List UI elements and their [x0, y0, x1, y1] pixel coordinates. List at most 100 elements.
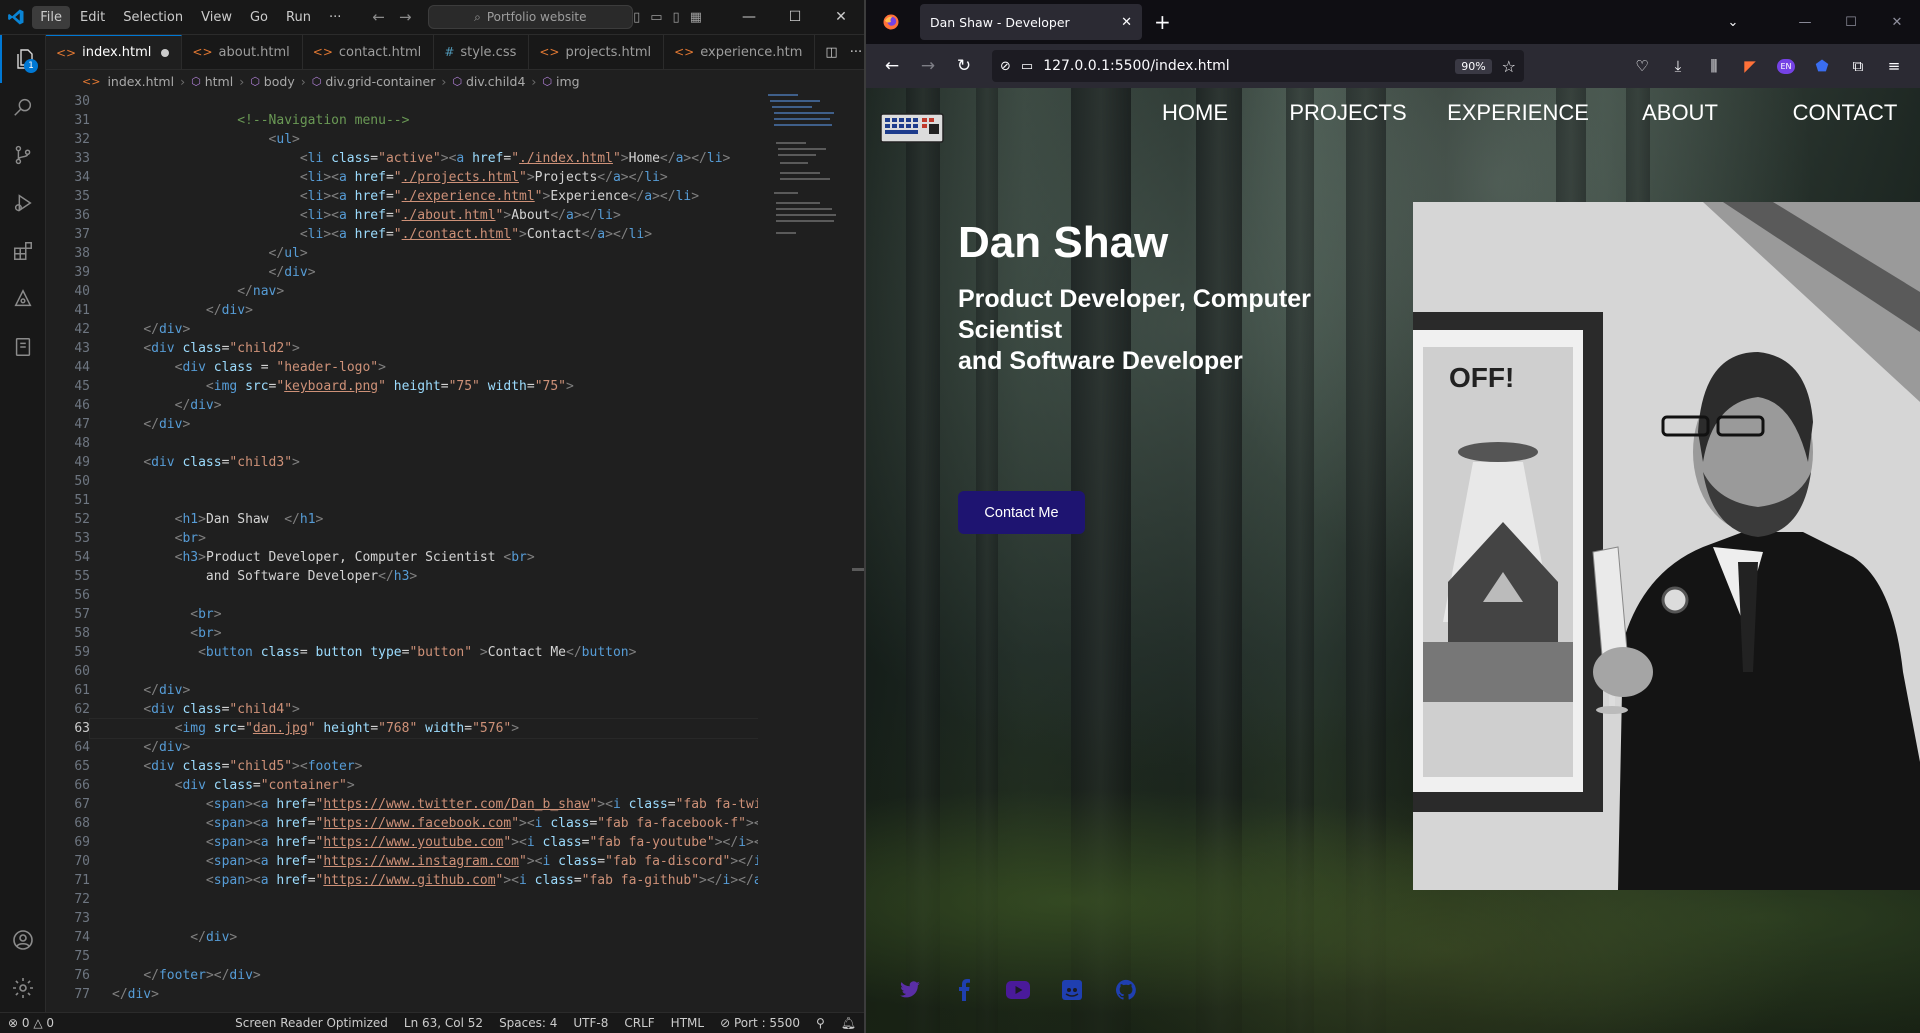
tab-projects-html[interactable]: <> projects.html [529, 35, 665, 69]
breadcrumb-item[interactable]: html [205, 74, 233, 89]
breadcrumb-item[interactable]: div.grid-container [325, 74, 435, 89]
notifications-bell-icon[interactable]: 🔔︎ [833, 1016, 864, 1030]
code-line[interactable]: <!--Navigation menu--> [90, 111, 758, 130]
nav-about[interactable]: ABOUT [1620, 100, 1740, 126]
list-tabs-chevron-icon[interactable]: ⌄ [1710, 15, 1756, 30]
nav-experience[interactable]: EXPERIENCE [1438, 100, 1598, 126]
code-line[interactable]: and Software Developer</h3> [90, 567, 758, 586]
code-line[interactable]: <br> [90, 605, 758, 624]
code-line[interactable]: </ul> [90, 244, 758, 263]
accounts-status-icon[interactable]: ⚲ [808, 1016, 833, 1030]
code-line[interactable]: <h3>Product Developer, Computer Scientis… [90, 548, 758, 567]
encoding-status[interactable]: UTF-8 [565, 1016, 616, 1030]
breadcrumb-item[interactable]: div.child4 [466, 74, 525, 89]
code-line[interactable]: </div> [90, 320, 758, 339]
problems-indicator[interactable]: ⊗ 0 △ 0 [0, 1016, 62, 1030]
language-mode[interactable]: HTML [663, 1016, 712, 1030]
back-arrow-icon[interactable]: ← [372, 8, 385, 26]
code-line[interactable]: <li><a href="./contact.html">Contact</a>… [90, 225, 758, 244]
library-icon[interactable]: ⫼ [1696, 57, 1732, 75]
new-tab-icon[interactable]: + [1154, 10, 1171, 34]
code-line[interactable]: <h1>Dan Shaw </h1> [90, 510, 758, 529]
tab-about-html[interactable]: <> about.html [182, 35, 303, 69]
close-icon[interactable]: ✕ [818, 0, 864, 35]
code-line[interactable]: <li><a href="./projects.html">Projects</… [90, 168, 758, 187]
menu-view[interactable]: View [193, 6, 240, 29]
minimap[interactable] [766, 92, 856, 292]
extensions-icon[interactable] [0, 227, 46, 275]
extension-arrow-icon[interactable]: ◤ [1732, 57, 1768, 75]
run-debug-icon[interactable] [0, 179, 46, 227]
code-line[interactable]: <br> [90, 529, 758, 548]
url-bar[interactable]: ⊘ ▭ 127.0.0.1:5500/index.html 90% ☆ [992, 50, 1524, 82]
forward-arrow-icon[interactable]: → [399, 8, 412, 26]
nav-projects[interactable]: PROJECTS [1278, 100, 1418, 126]
code-line[interactable]: <img src="keyboard.png" height="75" widt… [90, 377, 758, 396]
unsaved-dot-icon[interactable] [161, 48, 170, 57]
back-arrow-icon[interactable]: ← [874, 50, 910, 82]
code-line[interactable]: <br> [90, 624, 758, 643]
code-line[interactable]: <ul> [90, 130, 758, 149]
code-line[interactable]: </div> [90, 415, 758, 434]
search-icon[interactable] [0, 83, 46, 131]
discord-icon[interactable] [1060, 978, 1084, 1002]
tab-index-html[interactable]: <> index.html [46, 35, 183, 69]
code-line[interactable]: <img src="dan.jpg" height="768" width="5… [89, 718, 758, 739]
more-actions-icon[interactable]: ··· [850, 45, 862, 60]
contact-me-button[interactable]: Contact Me [958, 491, 1085, 534]
tab-contact-html[interactable]: <> contact.html [303, 35, 435, 69]
minimize-icon[interactable]: — [726, 0, 772, 35]
command-center[interactable]: ⌕ Portfolio website [427, 5, 634, 29]
explorer-icon[interactable]: 1 [0, 35, 46, 83]
code-line[interactable]: <div class = "header-logo"> [90, 358, 758, 377]
minimize-icon[interactable]: — [1782, 15, 1828, 30]
code-line[interactable]: <span><a href="https://www.github.com"><… [90, 871, 758, 890]
code-line[interactable] [90, 909, 758, 928]
code-line[interactable]: <div class="child2"> [90, 339, 758, 358]
code-line[interactable]: <li><a href="./about.html">About</a></li… [90, 206, 758, 225]
eol-status[interactable]: CRLF [616, 1016, 662, 1030]
language-extension-icon[interactable]: EN [1768, 58, 1804, 74]
menu-go[interactable]: Go [242, 6, 276, 29]
scrollbar-thumb[interactable] [852, 568, 864, 571]
breadcrumb-item[interactable]: img [556, 74, 580, 89]
code-line[interactable] [90, 491, 758, 510]
code-line[interactable] [90, 890, 758, 909]
code-editor[interactable]: 30 31 <!--Navigation menu--> 32 <ul> 33 … [46, 92, 758, 1012]
code-line[interactable]: </div> [90, 263, 758, 282]
code-line[interactable]: </div> [90, 681, 758, 700]
code-line[interactable] [90, 434, 758, 453]
url-text[interactable]: 127.0.0.1:5500/index.html [1043, 58, 1230, 74]
toggle-sidebar-icon[interactable]: ▯ [633, 10, 640, 25]
nav-home[interactable]: HOME [1140, 100, 1250, 126]
code-line[interactable]: <span><a href="https://www.facebook.com"… [90, 814, 758, 833]
code-line[interactable]: <div class="child5"><footer> [90, 757, 758, 776]
nav-contact[interactable]: CONTACT [1770, 100, 1920, 126]
screen-reader-status[interactable]: Screen Reader Optimized [227, 1016, 396, 1030]
code-line[interactable]: </nav> [90, 282, 758, 301]
code-line[interactable]: <span><a href="https://www.instagram.com… [90, 852, 758, 871]
code-line[interactable]: </div> [90, 928, 758, 947]
code-line[interactable] [90, 92, 758, 111]
source-control-icon[interactable] [0, 131, 46, 179]
firefox-logo-icon[interactable] [866, 13, 916, 31]
zoom-level[interactable]: 90% [1455, 58, 1492, 74]
code-line[interactable]: <button class= button type="button" >Con… [90, 643, 758, 662]
facebook-icon[interactable] [952, 978, 976, 1002]
tab-style-css[interactable]: # style.css [434, 35, 530, 69]
account-icon[interactable] [0, 916, 46, 964]
page-info-icon[interactable]: ▭ [1021, 59, 1033, 74]
browser-tab[interactable]: Dan Shaw - Developer ✕ [920, 4, 1142, 40]
code-line[interactable]: <div class="child4"> [90, 700, 758, 719]
code-line[interactable]: <li class="active"><a href="./index.html… [90, 149, 758, 168]
remote-explorer-icon[interactable] [0, 275, 46, 323]
downloads-icon[interactable]: ⤓ [1660, 57, 1696, 75]
code-line[interactable]: </div> [90, 301, 758, 320]
code-line[interactable]: </div> [90, 985, 758, 1004]
notebook-icon[interactable] [0, 323, 46, 371]
menu-run[interactable]: Run [278, 6, 319, 29]
menu-selection[interactable]: Selection [115, 6, 191, 29]
code-line[interactable] [90, 586, 758, 605]
cursor-position[interactable]: Ln 63, Col 52 [396, 1016, 491, 1030]
indentation-status[interactable]: Spaces: 4 [491, 1016, 565, 1030]
